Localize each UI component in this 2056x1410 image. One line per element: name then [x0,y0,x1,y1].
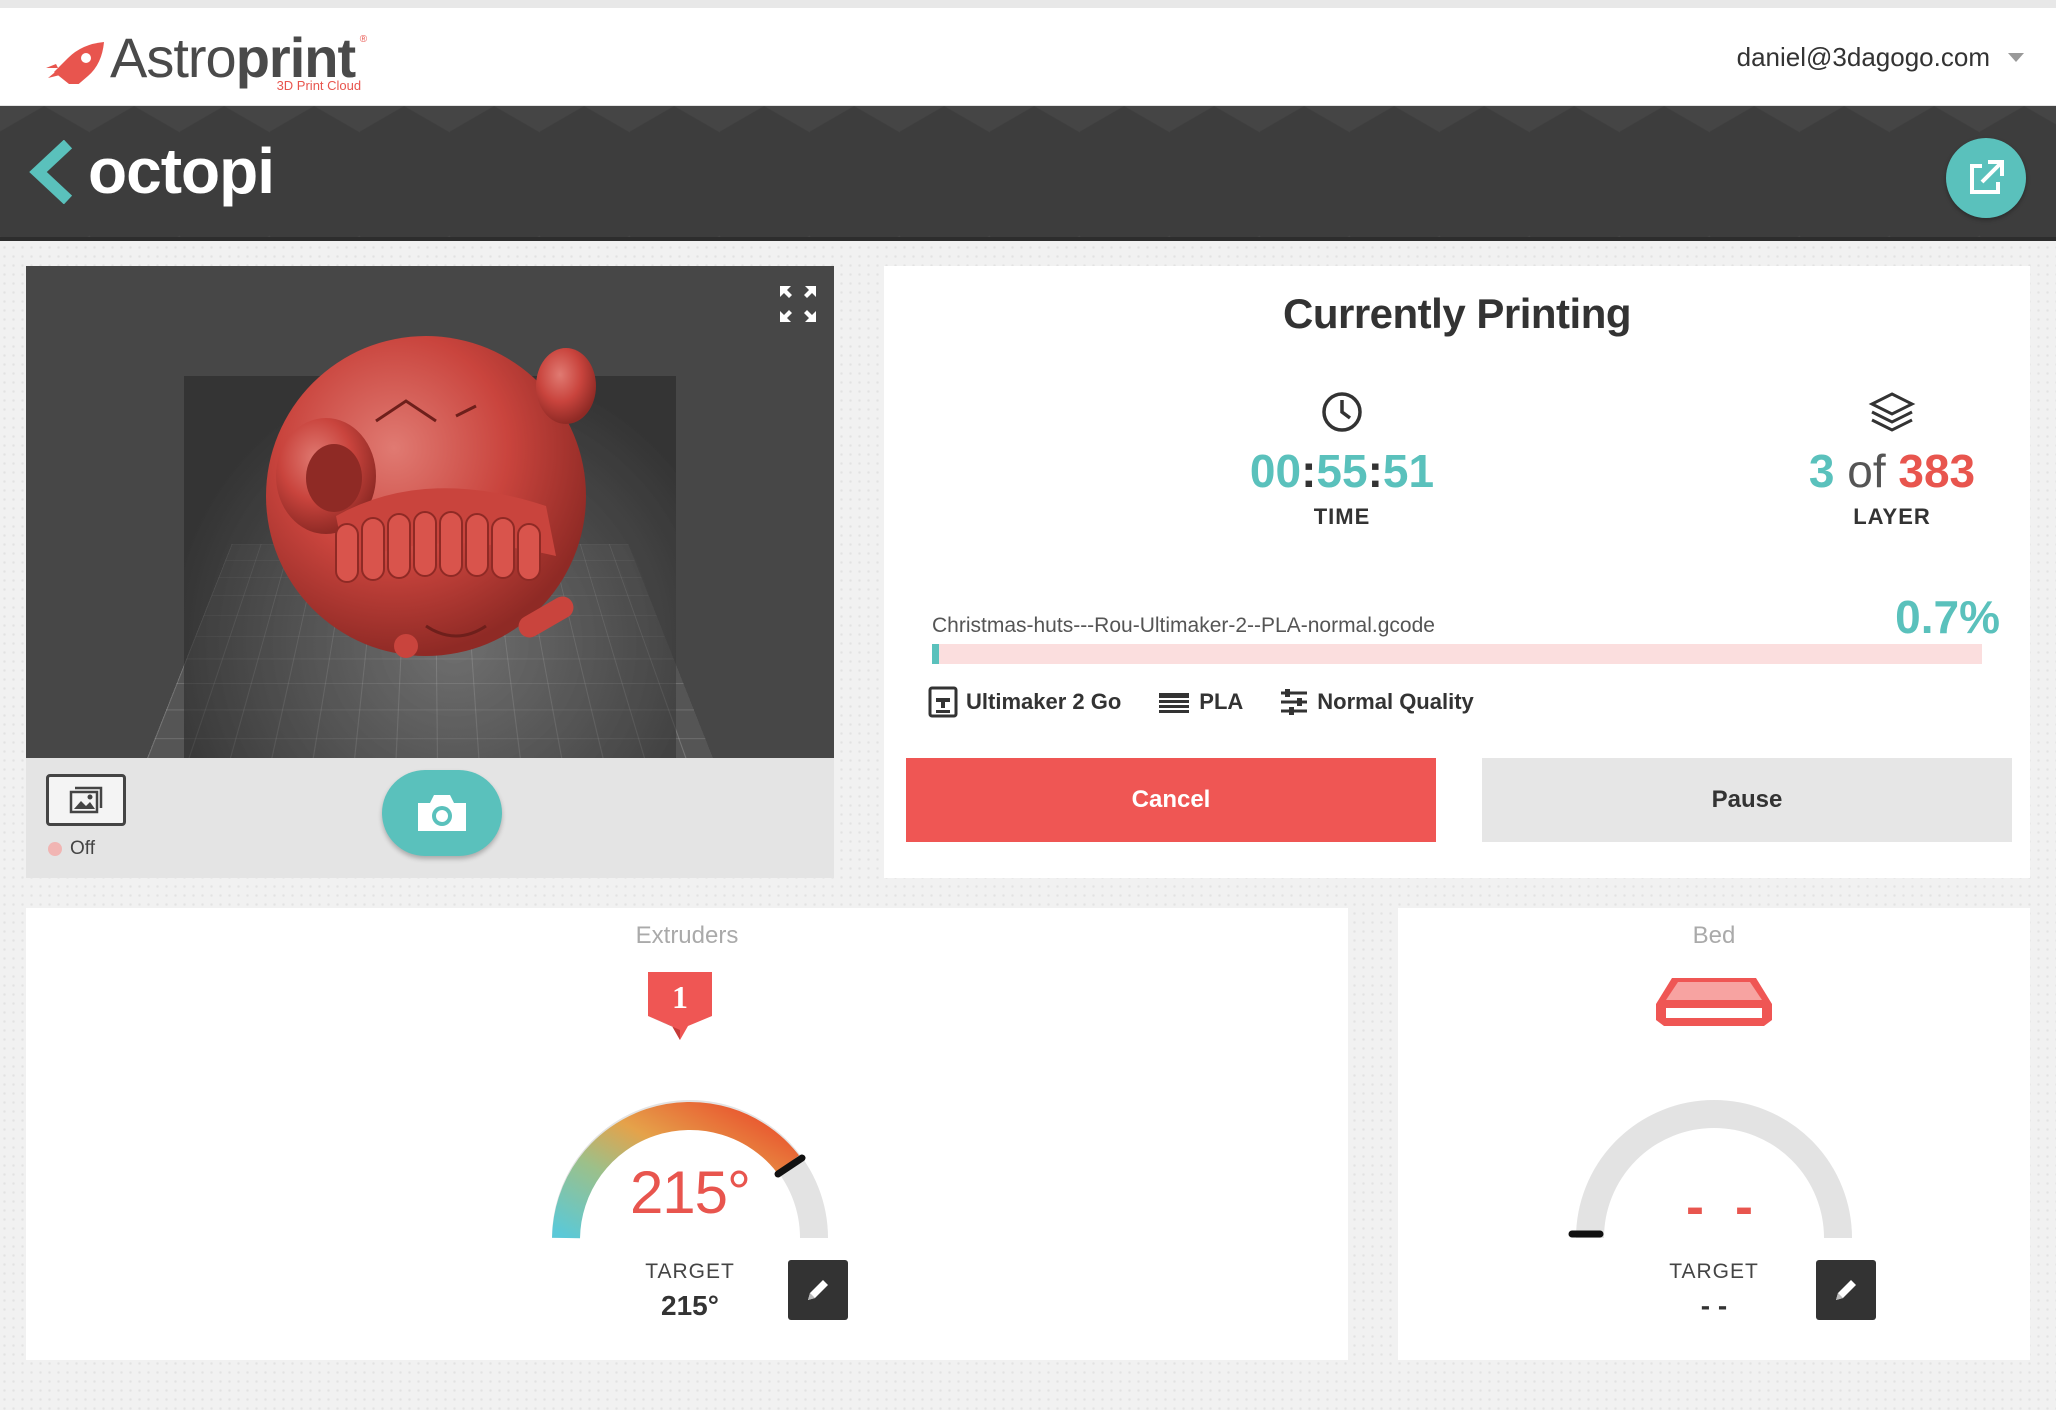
layer-progress: 3 of 383 [1808,445,1976,497]
extruder-current-temp: 215° [629,1159,751,1226]
logo-subtitle: 3D Print Cloud [276,78,362,93]
chevron-left-icon[interactable] [28,140,74,204]
top-header: Astroprint ® 3D Print Cloud daniel@3dago… [0,0,2056,106]
quality-info: Normal Quality [1279,688,1474,716]
printing-title: Currently Printing [1282,290,1632,337]
camera-icon [418,795,466,831]
clock-icon [1322,392,1362,432]
user-email: daniel@3dagogo.com [1736,42,1990,72]
status-dot [48,842,62,856]
camera-status-label: Off [70,838,95,859]
camera-toggle-button[interactable] [46,774,126,826]
progress-bar-fill [932,644,940,664]
pencil-icon [1836,1280,1856,1300]
external-link-button[interactable] [1946,138,2026,218]
camera-panel: Off [26,266,834,878]
camera-status: Off [48,838,95,860]
progress-bar [932,644,1982,664]
elapsed-time: 00:55:51 [1249,445,1435,497]
camera-controls: Off [26,758,834,878]
pause-button[interactable]: Pause [1482,758,2012,842]
filament-icon [1159,693,1190,713]
model-preview-image [266,336,596,658]
layers-icon [1868,392,1916,432]
astroprint-logo[interactable]: Astroprint ® 3D Print Cloud [46,28,367,98]
extruder-target-value: 215° [661,1290,719,1321]
bed-target-value: - - [1700,1290,1728,1321]
layer-label: LAYER [1853,504,1931,529]
bed-target-label: TARGET [1669,1260,1759,1283]
printer-icon [928,686,958,718]
extruder-target-label: TARGET [645,1260,735,1283]
device-title-band: octopi [0,106,2056,241]
take-photo-button[interactable] [382,770,502,856]
device-name: octopi [88,135,275,207]
extruders-title: Extruders [635,922,739,949]
edit-bed-target-button[interactable] [1816,1260,1876,1320]
external-link-icon [1970,160,2004,194]
bed-icon[interactable] [1652,974,1776,1028]
extruders-card: Extruders 1 215° TARGET 215° [26,908,1348,1360]
sliders-icon [1281,689,1308,715]
svg-text:1: 1 [672,979,688,1015]
printer-name: Ultimaker 2 Go [966,689,1122,714]
bed-title: Bed [1692,922,1736,949]
quality-name: Normal Quality [1317,689,1474,714]
progress-percent: 0.7% [1895,591,2000,643]
time-stat: 00:55:51 TIME [1182,390,1502,530]
caret-down-icon [2008,53,2024,62]
printing-panel: Currently Printing 00:55:51 TIME 3 of 38… [884,266,2030,878]
cancel-button[interactable]: Cancel [906,758,1436,842]
fullscreen-icon[interactable] [778,284,818,324]
time-label: TIME [1313,504,1371,529]
bed-card: Bed - - TARGET - - [1398,908,2030,1360]
print-filename: Christmas-huts---Rou-Ultimaker-2--PLA-no… [932,614,1435,637]
user-menu[interactable]: daniel@3dagogo.com [1737,42,2024,73]
printer-info: Ultimaker 2 Go [928,686,1121,718]
image-icon [69,786,103,814]
material-info: PLA [1157,689,1243,715]
extruder-badge-icon[interactable]: 1 [646,970,714,1042]
edit-extruder-target-button[interactable] [788,1260,848,1320]
camera-view [26,266,834,758]
layer-stat: 3 of 383 LAYER [1732,390,2052,530]
material-name: PLA [1199,689,1244,714]
print-details: Ultimaker 2 Go PLA Normal Quality [928,686,1510,718]
pencil-icon [808,1280,828,1300]
registered-mark: ® [359,34,368,45]
bed-current-temp: - - [1686,1177,1761,1237]
rocket-logo-icon [46,42,104,84]
